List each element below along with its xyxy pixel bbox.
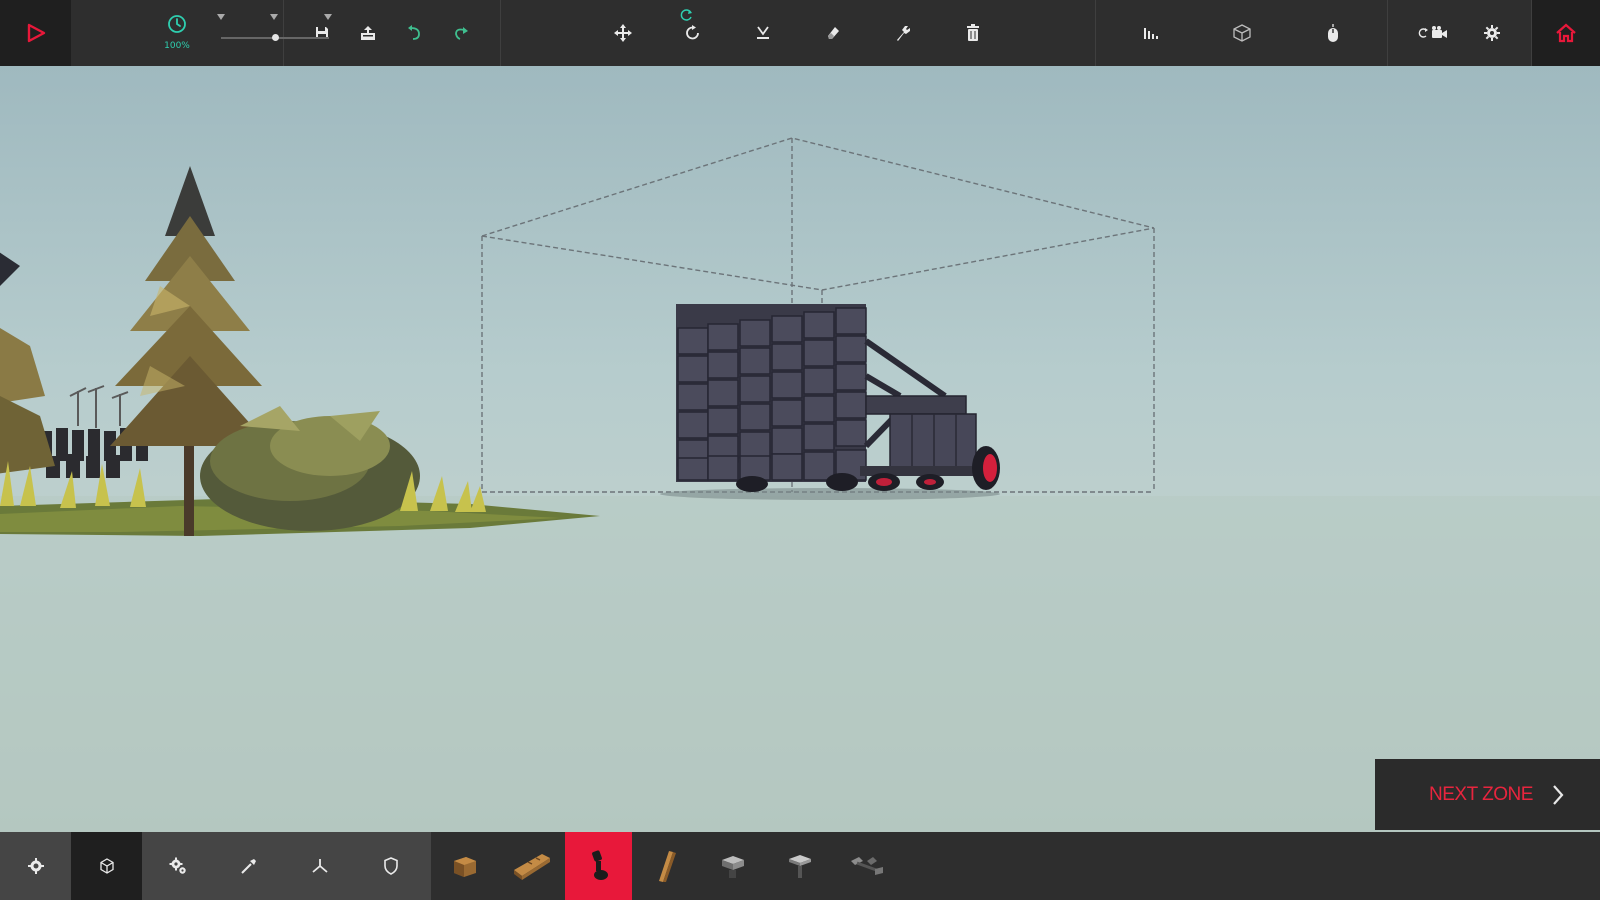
next-zone-button[interactable]: NEXT ZONE [1375, 759, 1600, 830]
undo-button[interactable] [405, 0, 423, 66]
build-viewport[interactable] [0, 66, 1600, 832]
slider-handle[interactable] [271, 34, 279, 41]
block-list [431, 832, 900, 900]
wrench-tool-button[interactable] [868, 0, 938, 66]
block-palette [0, 832, 1600, 900]
block-double-wooden-block[interactable] [498, 832, 565, 900]
time-scale-label: 100% [164, 41, 190, 51]
stats-icon [1144, 28, 1159, 39]
armour-icon [383, 857, 398, 875]
home-icon [1556, 23, 1576, 43]
mouse-icon [1327, 24, 1338, 42]
block-spinning-block[interactable] [565, 832, 632, 900]
load-button[interactable] [359, 0, 377, 66]
clock-icon [168, 15, 186, 33]
delete-button[interactable] [938, 0, 1008, 66]
scene-graphic [0, 137, 1600, 832]
metal-block-icon [721, 856, 744, 878]
time-scale-control: 100% [71, 0, 332, 66]
play-simulation-button[interactable] [0, 0, 71, 66]
stats-button[interactable] [1142, 0, 1160, 66]
load-icon [360, 26, 375, 40]
move-tool-button[interactable] [588, 0, 658, 66]
cube-icon [99, 858, 114, 874]
tab-weapons[interactable] [213, 832, 284, 900]
tree-left-edge [0, 252, 55, 474]
tab-blocks[interactable] [71, 832, 142, 900]
tab-mechanical[interactable] [142, 832, 213, 900]
time-preset-marker[interactable] [324, 14, 332, 20]
block-wooden-block[interactable] [431, 832, 498, 900]
gear-icon [1484, 25, 1501, 41]
mouse-orbit-button[interactable] [1325, 0, 1341, 66]
category-tabs [0, 832, 431, 900]
settings-button[interactable] [1483, 0, 1501, 66]
undo-icon [408, 25, 421, 40]
block-metal-t-block[interactable] [766, 832, 833, 900]
snap-down-icon [757, 26, 769, 39]
toggle-block-view-button[interactable] [1232, 0, 1252, 66]
snap-down-button[interactable] [728, 0, 798, 66]
redo-icon [454, 27, 468, 40]
move-icon [614, 24, 632, 42]
chevron-right-icon [1553, 784, 1564, 805]
windmills [69, 385, 129, 428]
tab-flight[interactable] [284, 832, 355, 900]
block-metal-block[interactable] [699, 832, 766, 900]
cube-outline-icon [1233, 24, 1252, 42]
spinning-block-icon [591, 850, 608, 880]
double-wooden-block-icon [513, 854, 550, 880]
home-button[interactable] [1532, 0, 1600, 66]
save-button[interactable] [314, 0, 330, 66]
top-toolbar: 100% [0, 0, 1600, 66]
view-tools [1096, 0, 1388, 66]
time-scale-button[interactable] [163, 14, 191, 38]
eraser-icon [828, 27, 839, 39]
camera-icon [1418, 26, 1447, 38]
siege-machine [660, 304, 1000, 500]
flight-icon [311, 859, 328, 873]
tab-core[interactable] [0, 832, 71, 900]
gears-icon [169, 857, 186, 874]
core-icon [27, 858, 44, 874]
weapon-icon [240, 859, 256, 874]
brace-icon [850, 857, 883, 875]
camera-tools [1388, 0, 1532, 66]
time-preset-marker[interactable] [217, 14, 225, 20]
tab-armour[interactable] [355, 832, 426, 900]
metal-t-block-icon [788, 855, 811, 878]
file-tools [284, 0, 501, 66]
edit-tools [501, 0, 1096, 66]
wooden-pole-icon [658, 851, 676, 882]
time-scale-slider[interactable] [221, 34, 329, 41]
rotate-tool-button[interactable] [658, 0, 728, 66]
refresh-icon [680, 9, 692, 21]
redo-button[interactable] [452, 0, 470, 66]
camera-mode-button[interactable] [1418, 0, 1448, 66]
block-brace[interactable] [833, 832, 900, 900]
play-icon [27, 23, 45, 43]
trash-icon [967, 24, 979, 41]
time-preset-marker[interactable] [270, 14, 278, 20]
block-wooden-pole[interactable] [632, 832, 699, 900]
rotate-icon [686, 25, 699, 40]
next-zone-label: NEXT ZONE [1429, 783, 1533, 805]
wrench-icon [897, 26, 910, 41]
wooden-block-icon [453, 857, 476, 877]
eraser-tool-button[interactable] [798, 0, 868, 66]
